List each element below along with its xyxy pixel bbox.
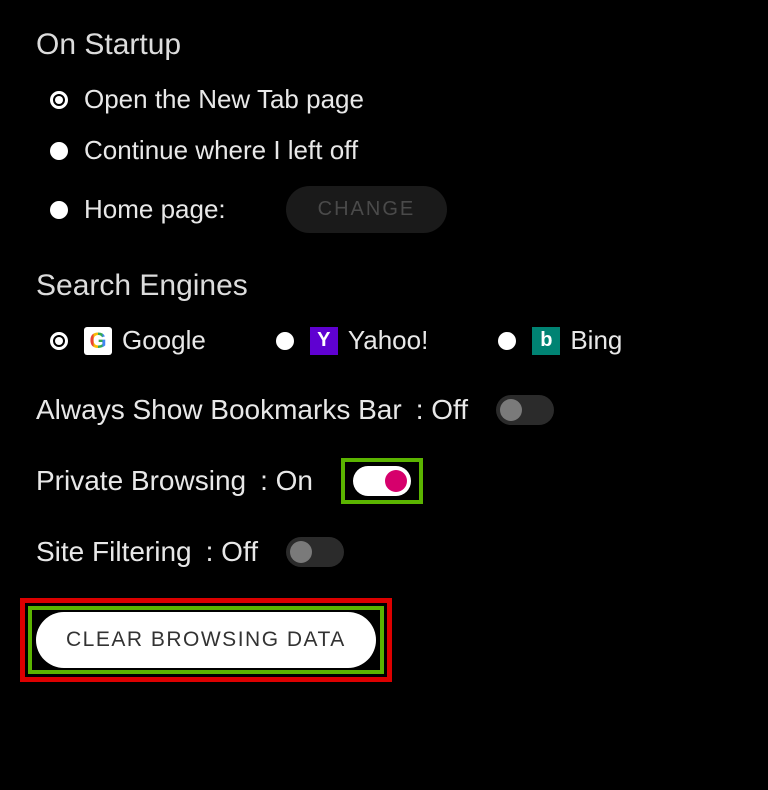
radio-icon — [498, 332, 516, 350]
bookmarks-bar-toggle[interactable] — [496, 395, 554, 425]
search-engine-bing[interactable]: b Bing — [498, 325, 622, 356]
clear-browsing-data-button[interactable]: CLEAR BROWSING DATA — [36, 612, 376, 668]
search-engine-yahoo[interactable]: Y Yahoo! — [276, 325, 428, 356]
startup-option-label: Continue where I left off — [84, 135, 358, 166]
bookmarks-bar-state: : Off — [416, 394, 468, 426]
startup-option-continue[interactable]: Continue where I left off — [50, 135, 732, 166]
startup-option-label: Open the New Tab page — [84, 84, 364, 115]
radio-icon — [50, 91, 68, 109]
yahoo-icon: Y — [310, 327, 338, 355]
radio-icon — [50, 201, 68, 219]
site-filtering-row: Site Filtering : Off — [36, 536, 732, 568]
google-icon: G — [84, 327, 112, 355]
change-homepage-button[interactable]: CHANGE — [286, 186, 448, 233]
startup-option-homepage[interactable]: Home page: CHANGE — [50, 186, 732, 233]
site-filtering-toggle[interactable] — [286, 537, 344, 567]
radio-icon — [50, 142, 68, 160]
startup-option-label: Home page: — [84, 194, 226, 225]
private-browsing-label: Private Browsing — [36, 465, 246, 497]
highlight-annotation — [341, 458, 423, 504]
search-engines-radio-group: G Google Y Yahoo! b Bing — [50, 325, 732, 356]
private-browsing-row: Private Browsing : On — [36, 458, 732, 504]
site-filtering-label: Site Filtering — [36, 536, 192, 568]
search-engine-label: Yahoo! — [348, 325, 428, 356]
search-engine-label: Google — [122, 325, 206, 356]
private-browsing-state: : On — [260, 465, 313, 497]
bookmarks-bar-row: Always Show Bookmarks Bar : Off — [36, 394, 732, 426]
radio-icon — [276, 332, 294, 350]
search-engines-heading: Search Engines — [36, 269, 732, 303]
startup-radio-group: Open the New Tab page Continue where I l… — [50, 84, 732, 233]
private-browsing-toggle[interactable] — [353, 466, 411, 496]
startup-heading: On Startup — [36, 28, 732, 62]
site-filtering-state: : Off — [206, 536, 258, 568]
search-engine-google[interactable]: G Google — [50, 325, 206, 356]
bookmarks-bar-label: Always Show Bookmarks Bar — [36, 394, 402, 426]
startup-option-new-tab[interactable]: Open the New Tab page — [50, 84, 732, 115]
search-engine-label: Bing — [570, 325, 622, 356]
bing-icon: b — [532, 327, 560, 355]
clear-browsing-data-wrapper: CLEAR BROWSING DATA — [36, 612, 376, 668]
radio-icon — [50, 332, 68, 350]
